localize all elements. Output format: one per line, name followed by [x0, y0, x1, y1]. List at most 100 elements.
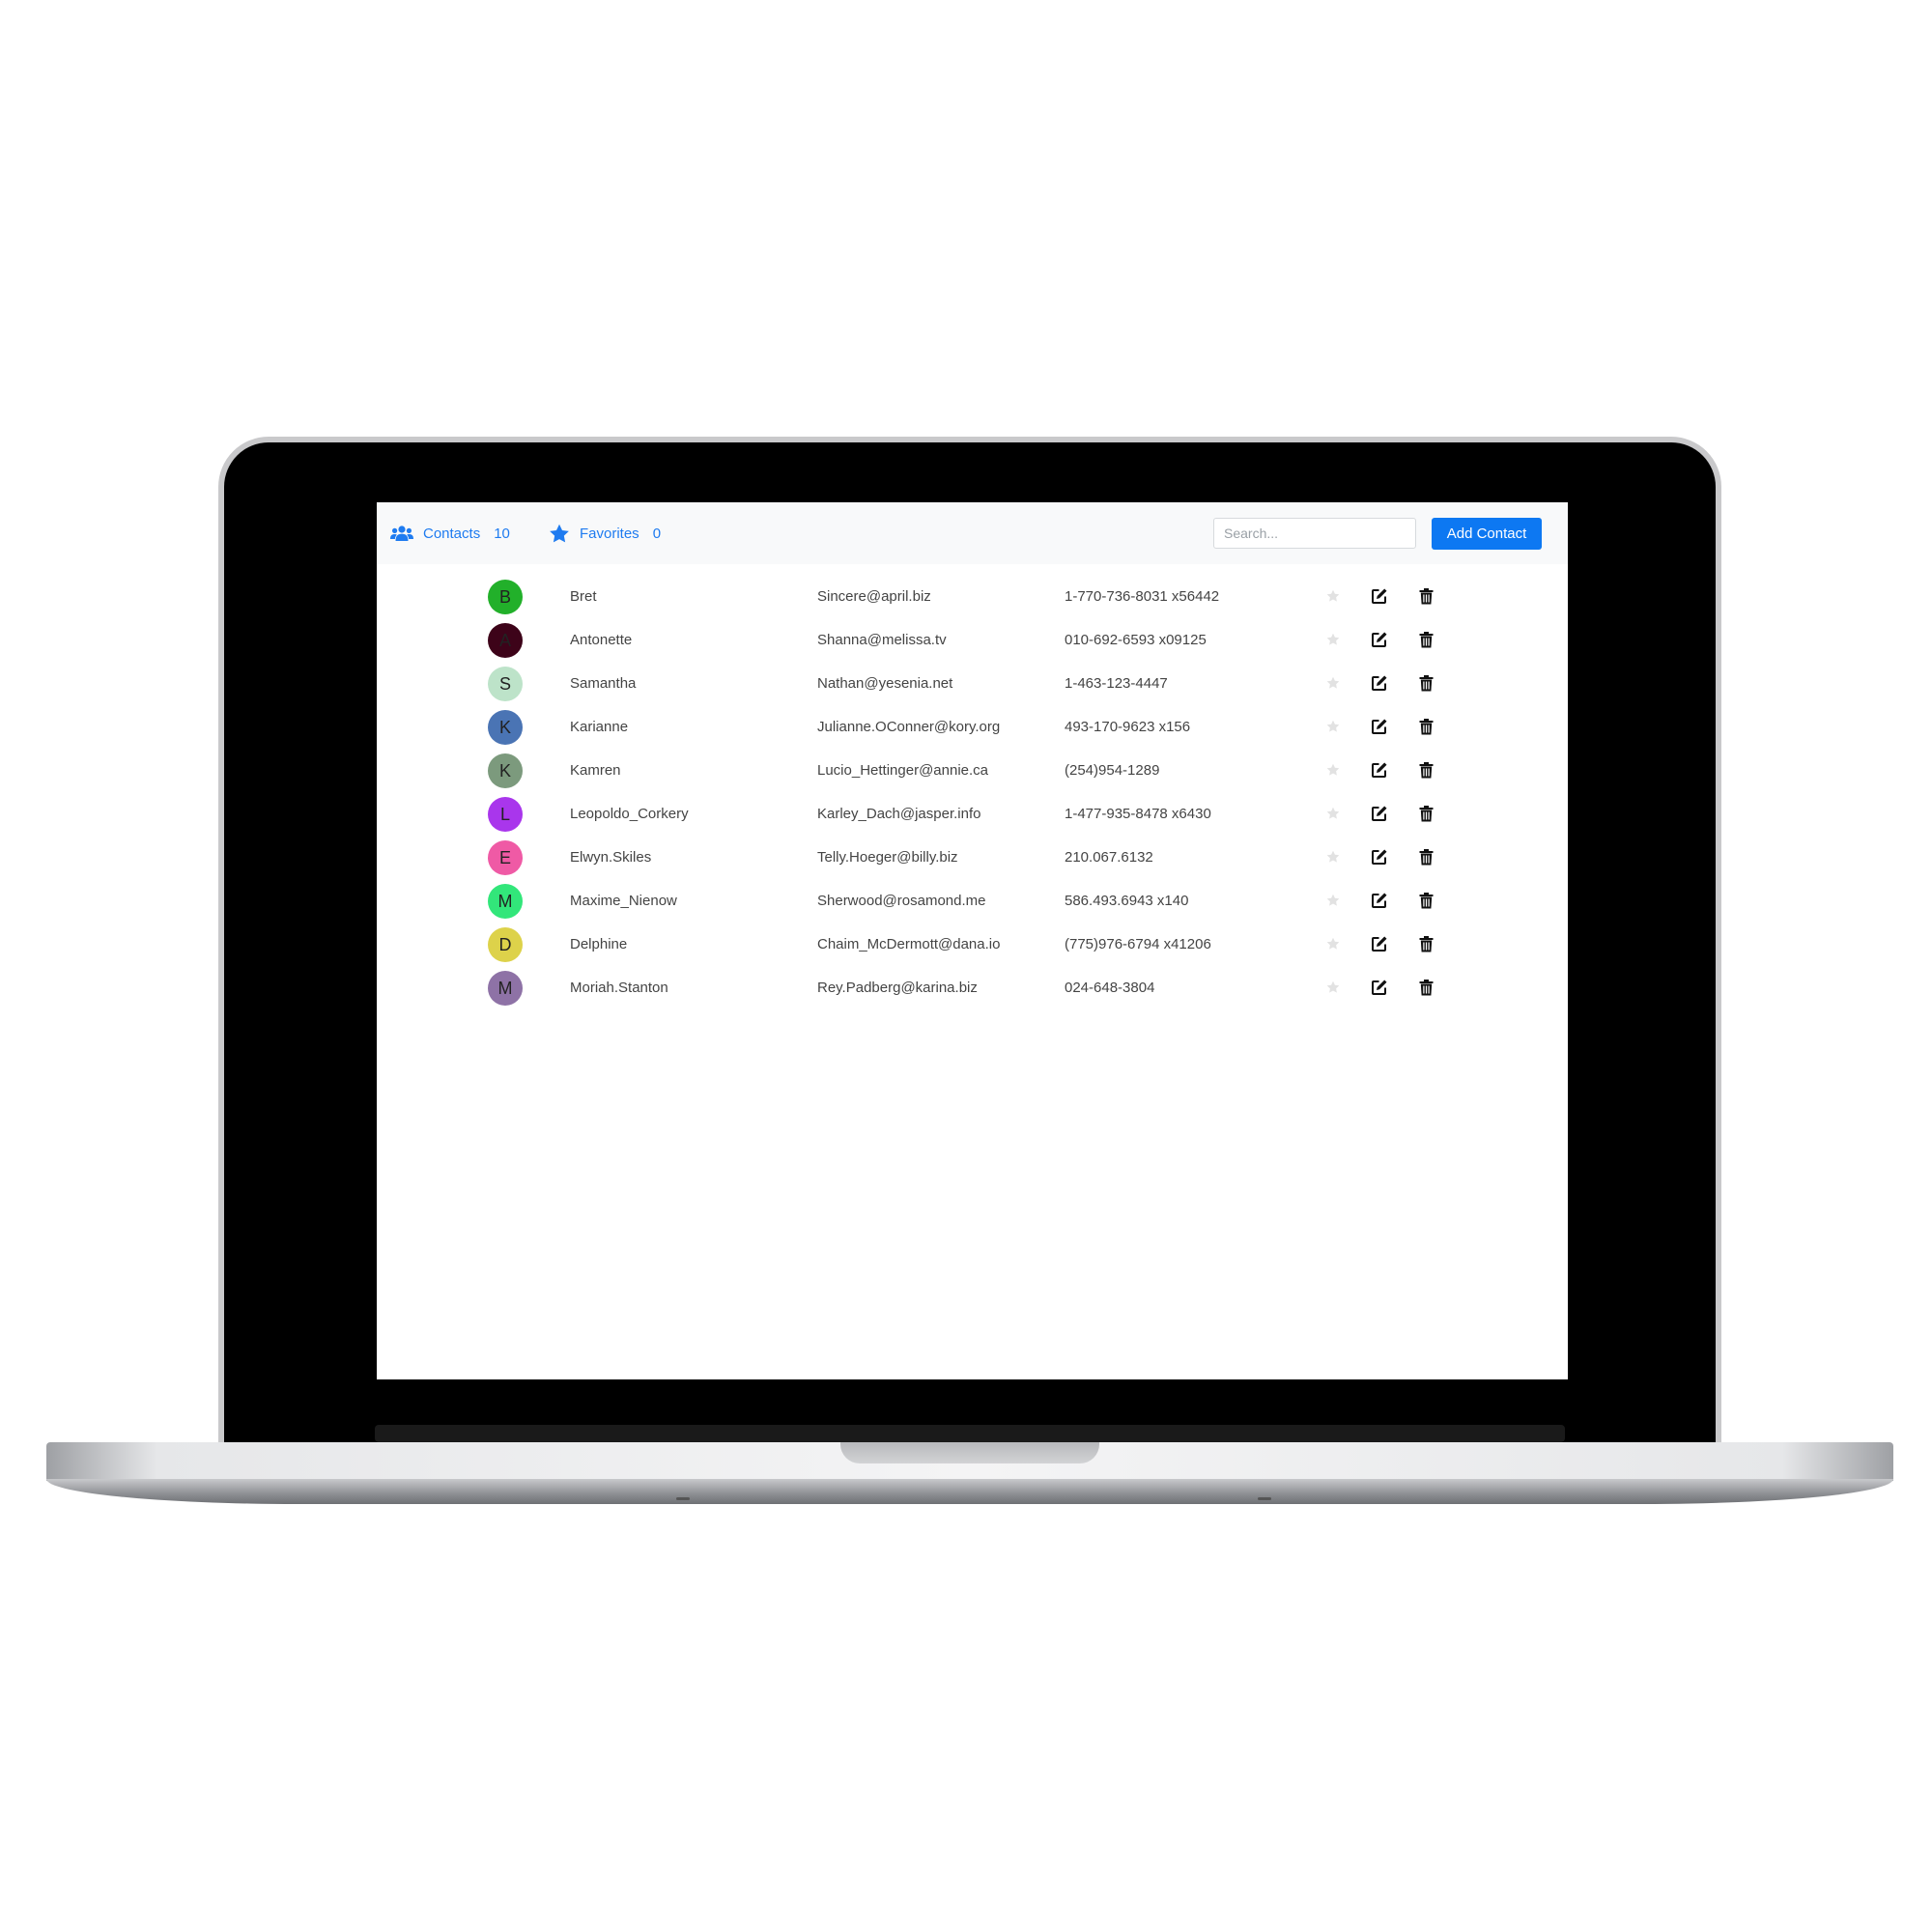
contact-avatar: A — [488, 623, 523, 658]
contact-email: Julianne.OConner@kory.org — [817, 719, 1001, 735]
search-input[interactable] — [1213, 518, 1416, 549]
contact-avatar: D — [488, 927, 523, 962]
contact-row: E Elwyn.Skiles Telly.Hoeger@billy.biz 21… — [377, 836, 1568, 879]
contact-phone: 1-477-935-8478 x6430 — [1065, 806, 1211, 822]
avatar-initial: K — [498, 760, 511, 781]
favorite-star-icon[interactable] — [1323, 586, 1343, 606]
favorite-star-icon[interactable] — [1323, 630, 1343, 649]
contact-name: Moriah.Stanton — [570, 980, 668, 996]
contact-avatar: K — [488, 753, 523, 788]
contact-avatar: L — [488, 797, 523, 832]
contact-email: Chaim_McDermott@dana.io — [817, 936, 1001, 952]
nav-contacts[interactable]: Contacts 10 — [390, 502, 510, 564]
contact-phone: 010-692-6593 x09125 — [1065, 632, 1207, 648]
edit-icon[interactable] — [1370, 847, 1389, 867]
contact-avatar: B — [488, 580, 523, 614]
edit-icon[interactable] — [1370, 934, 1389, 953]
trash-icon[interactable] — [1416, 847, 1435, 867]
contact-avatar: M — [488, 971, 523, 1006]
nav-favorites[interactable]: Favorites 0 — [549, 502, 661, 564]
contact-list: B Bret Sincere@april.biz 1-770-736-8031 … — [377, 575, 1568, 1009]
contact-phone: 024-648-3804 — [1065, 980, 1155, 996]
app-screen: Contacts 10 Favorites 0 Add Contact B Br… — [377, 502, 1568, 1379]
contact-row: M Moriah.Stanton Rey.Padberg@karina.biz … — [377, 966, 1568, 1009]
contact-phone: 1-770-736-8031 x56442 — [1065, 588, 1220, 605]
favorite-star-icon[interactable] — [1323, 891, 1343, 910]
contact-email: Nathan@yesenia.net — [817, 675, 953, 692]
avatar-initial: M — [497, 978, 513, 998]
contact-name: Leopoldo_Corkery — [570, 806, 689, 822]
favorite-star-icon[interactable] — [1323, 760, 1343, 780]
laptop-notch — [840, 1442, 1099, 1463]
contact-avatar: E — [488, 840, 523, 875]
edit-icon[interactable] — [1370, 891, 1389, 910]
contact-phone: 1-463-123-4447 — [1065, 675, 1168, 692]
trash-icon[interactable] — [1416, 804, 1435, 823]
trash-icon[interactable] — [1416, 760, 1435, 780]
star-icon — [549, 524, 570, 544]
laptop-foot — [676, 1497, 690, 1500]
edit-icon[interactable] — [1370, 586, 1389, 606]
contact-avatar: S — [488, 667, 523, 701]
trash-icon[interactable] — [1416, 630, 1435, 649]
favorite-star-icon[interactable] — [1323, 978, 1343, 997]
top-navbar: Contacts 10 Favorites 0 Add Contact — [377, 502, 1568, 564]
contact-row: K Karianne Julianne.OConner@kory.org 493… — [377, 705, 1568, 749]
trash-icon[interactable] — [1416, 586, 1435, 606]
add-contact-button[interactable]: Add Contact — [1432, 518, 1542, 550]
contact-avatar: M — [488, 884, 523, 919]
nav-favorites-count: 0 — [652, 525, 662, 542]
edit-icon[interactable] — [1370, 978, 1389, 997]
contact-name: Kamren — [570, 762, 621, 779]
avatar-initial: D — [498, 934, 512, 954]
contact-name: Elwyn.Skiles — [570, 849, 652, 866]
favorite-star-icon[interactable] — [1323, 934, 1343, 953]
contact-email: Rey.Padberg@karina.biz — [817, 980, 978, 996]
edit-icon[interactable] — [1370, 717, 1389, 736]
avatar-initial: M — [497, 891, 513, 911]
trash-icon[interactable] — [1416, 717, 1435, 736]
contact-avatar: K — [488, 710, 523, 745]
avatar-initial: A — [498, 630, 511, 650]
contact-name: Delphine — [570, 936, 628, 952]
contact-row: S Samantha Nathan@yesenia.net 1-463-123-… — [377, 662, 1568, 705]
avatar-initial: L — [499, 804, 510, 824]
avatar-initial: B — [498, 586, 511, 607]
contact-phone: (775)976-6794 x41206 — [1065, 936, 1211, 952]
favorite-star-icon[interactable] — [1323, 847, 1343, 867]
contact-name: Samantha — [570, 675, 637, 692]
contact-row: K Kamren Lucio_Hettinger@annie.ca (254)9… — [377, 749, 1568, 792]
nav-contacts-count: 10 — [494, 525, 510, 542]
favorite-star-icon[interactable] — [1323, 673, 1343, 693]
contact-row: M Maxime_Nienow Sherwood@rosamond.me 586… — [377, 879, 1568, 923]
edit-icon[interactable] — [1370, 673, 1389, 693]
contact-phone: (254)954-1289 — [1065, 762, 1160, 779]
contact-email: Sherwood@rosamond.me — [817, 893, 986, 909]
trash-icon[interactable] — [1416, 891, 1435, 910]
trash-icon[interactable] — [1416, 978, 1435, 997]
contact-row: D Delphine Chaim_McDermott@dana.io (775)… — [377, 923, 1568, 966]
contact-phone: 493-170-9623 x156 — [1065, 719, 1191, 735]
users-icon — [390, 525, 413, 542]
contact-row: L Leopoldo_Corkery Karley_Dach@jasper.in… — [377, 792, 1568, 836]
nav-favorites-label: Favorites — [580, 525, 639, 542]
favorite-star-icon[interactable] — [1323, 717, 1343, 736]
avatar-initial: E — [498, 847, 511, 867]
contact-name: Karianne — [570, 719, 629, 735]
contact-name: Antonette — [570, 632, 633, 648]
contact-phone: 586.493.6943 x140 — [1065, 893, 1189, 909]
favorite-star-icon[interactable] — [1323, 804, 1343, 823]
contact-email: Sincere@april.biz — [817, 588, 931, 605]
trash-icon[interactable] — [1416, 673, 1435, 693]
contact-row: B Bret Sincere@april.biz 1-770-736-8031 … — [377, 575, 1568, 618]
edit-icon[interactable] — [1370, 760, 1389, 780]
edit-icon[interactable] — [1370, 630, 1389, 649]
trash-icon[interactable] — [1416, 934, 1435, 953]
edit-icon[interactable] — [1370, 804, 1389, 823]
contact-email: Lucio_Hettinger@annie.ca — [817, 762, 989, 779]
contact-email: Telly.Hoeger@billy.biz — [817, 849, 958, 866]
nav-contacts-label: Contacts — [423, 525, 481, 542]
laptop-hinge — [375, 1425, 1565, 1442]
contact-row: A Antonette Shanna@melissa.tv 010-692-65… — [377, 618, 1568, 662]
contact-name: Maxime_Nienow — [570, 893, 677, 909]
